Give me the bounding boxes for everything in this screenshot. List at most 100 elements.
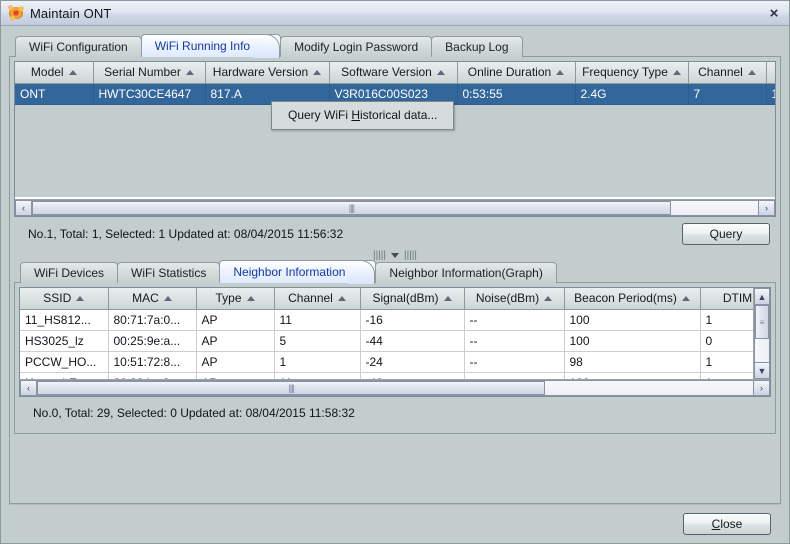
tab-neighbor-information-graph[interactable]: Neighbor Information(Graph)	[375, 262, 557, 283]
cell-dtim: 1	[700, 351, 753, 373]
col-header-software-version[interactable]: Software Version	[329, 62, 458, 84]
maintain-ont-window: Maintain ONT × WiFi Configuration WiFi R…	[0, 0, 790, 544]
col-header-mac[interactable]: MAC	[108, 288, 197, 310]
ont-table: Model Serial Number Hardware Version Sof…	[14, 61, 776, 217]
cell-mac: 80:71:7a:0...	[108, 309, 197, 331]
col-header-frequency-type[interactable]: Frequency Type	[575, 62, 689, 84]
cell-beacon-period: 100	[564, 372, 701, 379]
cell-noise: --	[464, 330, 565, 352]
context-menu[interactable]: Query WiFi Historical data...	[271, 101, 455, 130]
cell-ssid: PCCW_HO...	[20, 351, 109, 373]
ont-hscroll-track[interactable]: ||||	[32, 200, 758, 216]
tab-wifi-running-info[interactable]: WiFi Running Info	[140, 34, 282, 57]
col-header-ssid[interactable]: SSID	[20, 288, 109, 310]
ont-table-scrollarea: Model Serial Number Hardware Version Sof…	[15, 62, 775, 199]
neighbor-hscroll-track[interactable]: ||||	[37, 380, 753, 396]
neighbor-vscroll-track[interactable]: ≡	[754, 305, 770, 362]
cell-dtim: 1	[700, 372, 753, 379]
col-header-trans[interactable]: Trans	[766, 62, 775, 84]
col-header-hardware-version[interactable]: Hardware Version	[205, 62, 330, 84]
cell-dtim: 0	[700, 330, 753, 352]
cell-noise: --	[464, 351, 565, 373]
col-header-noise-dbm[interactable]: Noise(dBm)	[464, 288, 565, 310]
col-header-channel[interactable]: Channel	[688, 62, 767, 84]
sort-asc-icon	[556, 69, 565, 75]
table-row[interactable]: Huawei-E 80:38:bc:0... AP 11 -40 -- 100 …	[20, 372, 753, 379]
scroll-right-icon[interactable]: ›	[758, 200, 775, 216]
cell-type: AP	[196, 309, 275, 331]
scroll-right-icon[interactable]: ›	[753, 380, 770, 396]
table-row[interactable]: 11_HS812... 80:71:7a:0... AP 11 -16 -- 1…	[20, 309, 753, 331]
close-button[interactable]: Close	[683, 513, 771, 535]
sort-asc-icon	[681, 295, 690, 301]
cell-type: AP	[196, 351, 275, 373]
neighbor-table-hscrollbar[interactable]: ‹ |||| ›	[20, 379, 770, 396]
scroll-up-icon[interactable]: ▲	[754, 288, 770, 305]
cell-noise: --	[464, 309, 565, 331]
col-header-type[interactable]: Type	[196, 288, 275, 310]
col-header-dtim[interactable]: DTIM	[700, 288, 753, 310]
cell-signal: -44	[360, 330, 465, 352]
neighbor-table: SSID MAC Type Channel Signal(dBm) Noise(…	[19, 287, 771, 397]
cell-online-duration: 0:53:55	[457, 83, 576, 105]
sort-asc-icon	[337, 295, 346, 301]
menu-item-text-post: istorical data...	[360, 108, 438, 122]
sort-asc-icon	[68, 69, 77, 75]
col-header-online-duration[interactable]: Online Duration	[457, 62, 576, 84]
tab-neighbor-information[interactable]: Neighbor Information	[219, 260, 377, 283]
panel-splitter[interactable]: ||||| |||||	[14, 250, 776, 261]
ont-table-hscrollbar[interactable]: ‹ |||| ›	[15, 199, 775, 216]
cell-mac: 80:38:bc:0...	[108, 372, 197, 379]
ont-status-text: No.1, Total: 1, Selected: 1 Updated at: …	[28, 227, 344, 241]
neighbor-hscroll-thumb[interactable]: ||||	[37, 381, 546, 395]
tab-wifi-statistics[interactable]: WiFi Statistics	[117, 262, 221, 283]
col-header-model[interactable]: Model	[15, 62, 94, 84]
scroll-left-icon[interactable]: ‹	[20, 380, 37, 396]
col-header-signal-dbm[interactable]: Signal(dBm)	[360, 288, 465, 310]
tab-backup-log[interactable]: Backup Log	[431, 36, 523, 57]
ont-hscroll-thumb[interactable]: ||||	[32, 201, 671, 215]
tab-wifi-devices[interactable]: WiFi Devices	[20, 262, 119, 283]
sort-asc-icon	[163, 295, 172, 301]
cell-mac: 00:25:9e:a...	[108, 330, 197, 352]
neighbor-vscroll-thumb[interactable]: ≡	[755, 305, 769, 339]
cell-noise: --	[464, 372, 565, 379]
table-row[interactable]: PCCW_HO... 10:51:72:8... AP 1 -24 -- 98 …	[20, 351, 753, 373]
app-flower-icon	[8, 5, 24, 21]
col-header-channel[interactable]: Channel	[274, 288, 361, 310]
scroll-grip-icon: ||||	[288, 383, 295, 393]
query-button[interactable]: Query	[682, 223, 770, 245]
neighbor-grid: SSID MAC Type Channel Signal(dBm) Noise(…	[20, 288, 753, 379]
col-header-serial-number[interactable]: Serial Number	[93, 62, 206, 84]
neighbor-table-vscrollbar[interactable]: ▲ ≡ ▼	[753, 288, 770, 379]
neighbor-table-scrollarea: SSID MAC Type Channel Signal(dBm) Noise(…	[20, 288, 753, 379]
col-header-beacon-period[interactable]: Beacon Period(ms)	[564, 288, 701, 310]
cell-frequency-type: 2.4G	[575, 83, 689, 105]
scroll-down-icon[interactable]: ▼	[754, 362, 770, 379]
cell-signal: -24	[360, 351, 465, 373]
tab-modify-login-password[interactable]: Modify Login Password	[280, 36, 433, 57]
title-bar: Maintain ONT ×	[1, 1, 789, 26]
menu-item-text-pre: Query WiFi	[288, 108, 352, 122]
ont-grid: Model Serial Number Hardware Version Sof…	[15, 62, 775, 105]
sort-asc-icon	[672, 69, 681, 75]
sort-asc-icon	[544, 295, 553, 301]
cell-beacon-period: 98	[564, 351, 701, 373]
sort-asc-icon	[246, 295, 255, 301]
neighbor-status-row: No.0, Total: 29, Selected: 0 Updated at:…	[19, 397, 771, 429]
cell-signal: -16	[360, 309, 465, 331]
table-row[interactable]: HS3025_lz 00:25:9e:a... AP 5 -44 -- 100 …	[20, 330, 753, 352]
neighbor-status-text: No.0, Total: 29, Selected: 0 Updated at:…	[33, 406, 355, 420]
close-button-label: lose	[720, 517, 743, 531]
collapse-down-icon[interactable]	[391, 253, 399, 258]
close-icon[interactable]: ×	[763, 3, 785, 23]
cell-ssid: Huawei-E	[20, 372, 109, 379]
cell-beacon-period: 100	[564, 330, 701, 352]
scroll-left-icon[interactable]: ‹	[15, 200, 32, 216]
menu-item-query-wifi-historical-data[interactable]: Query WiFi Historical data...	[272, 105, 453, 126]
scroll-grip-icon: ||||	[348, 203, 355, 213]
tab-wifi-configuration[interactable]: WiFi Configuration	[15, 36, 142, 57]
sort-asc-icon	[76, 295, 85, 301]
lower-tabstrip: WiFi Devices WiFi Statistics Neighbor In…	[14, 260, 776, 283]
footer-bar: Close	[9, 504, 781, 543]
